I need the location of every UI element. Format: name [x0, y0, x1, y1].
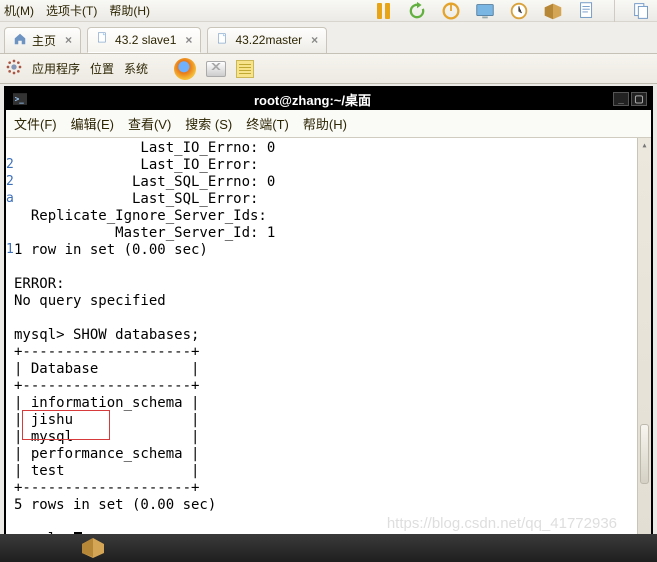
terminal-app-icon: >_: [6, 93, 34, 105]
system-gear-icon[interactable]: [6, 59, 22, 78]
taskbar-app-icon[interactable]: [80, 536, 106, 558]
terminal-line: Last_SQL_Error:: [14, 191, 647, 208]
scroll-thumb[interactable]: [640, 424, 649, 484]
term-menu-help[interactable]: 帮助(H): [303, 114, 347, 133]
minimize-button[interactable]: _: [613, 92, 629, 106]
terminal-line: mysql> SHOW databases;: [14, 327, 647, 344]
terminal-line: | information_schema |: [14, 395, 647, 412]
pause-icon[interactable]: [372, 0, 394, 22]
gutter-num: 1: [6, 241, 14, 258]
firefox-icon[interactable]: [174, 58, 196, 80]
page-icon: [96, 31, 110, 48]
menu-machine[interactable]: 机(M): [4, 2, 34, 19]
terminal-line: Last_IO_Error:: [14, 157, 647, 174]
term-menu-view[interactable]: 查看(V): [128, 114, 171, 133]
terminal-line: ERROR:: [14, 276, 647, 293]
home-icon: [13, 32, 27, 49]
terminal-line: Last_SQL_Errno: 0: [14, 174, 647, 191]
tab-home-label: 主页: [32, 32, 56, 49]
term-menu-edit[interactable]: 编辑(E): [71, 114, 114, 133]
terminal-line: Master_Server_Id: 1: [14, 225, 647, 242]
reload-green-icon[interactable]: [406, 0, 428, 22]
terminal-line: +--------------------+: [14, 480, 647, 497]
tab-slave[interactable]: 43.2 slave1 ×: [87, 27, 201, 53]
maximize-button[interactable]: ▢: [631, 92, 647, 106]
terminal-body[interactable]: 2 2 a 1 Last_IO_Errno: 0 Last_IO_Error: …: [6, 138, 651, 546]
terminal-line: | Database |: [14, 361, 647, 378]
terminal-line: [14, 310, 647, 327]
notes-icon[interactable]: [236, 60, 254, 78]
terminal-line: [14, 259, 647, 276]
terminal-line: | mysql |: [14, 429, 647, 446]
doc-icon[interactable]: [576, 0, 598, 22]
tab-master-label: 43.22master: [235, 33, 302, 47]
clock-icon[interactable]: [508, 0, 530, 22]
terminal-line: Last_IO_Errno: 0: [14, 140, 647, 157]
terminal-window: >_ root@zhang:~/桌面 _ ▢ 文件(F) 编辑(E) 查看(V)…: [4, 86, 653, 548]
terminal-titlebar[interactable]: >_ root@zhang:~/桌面 _ ▢: [6, 88, 651, 110]
page-icon: [216, 32, 230, 49]
gutter-num: 2: [6, 173, 14, 190]
tab-master[interactable]: 43.22master ×: [207, 27, 327, 53]
copy-doc-icon[interactable]: [631, 0, 653, 22]
term-menu-terminal[interactable]: 终端(T): [246, 114, 289, 133]
menu-help[interactable]: 帮助(H): [109, 2, 150, 19]
monitor-icon[interactable]: [474, 0, 496, 22]
terminal-line: | jishu |: [14, 412, 647, 429]
scroll-up-arrow[interactable]: ▴: [638, 138, 651, 152]
mail-icon[interactable]: [206, 61, 226, 77]
terminal-line: +--------------------+: [14, 378, 647, 395]
tab-home-close[interactable]: ×: [65, 33, 72, 47]
tab-slave-label: 43.2 slave1: [115, 33, 176, 47]
shutdown-icon[interactable]: [440, 0, 462, 22]
tab-slave-close[interactable]: ×: [185, 33, 192, 47]
menu-tabs[interactable]: 选项卡(T): [46, 2, 97, 19]
terminal-line: No query specified: [14, 293, 647, 310]
gutter-num: 2: [6, 156, 14, 173]
app-menu-bar: 机(M) 选项卡(T) 帮助(H): [0, 0, 657, 22]
terminal-scrollbar[interactable]: ▴ ▾: [637, 138, 651, 546]
guest-toolbar: 应用程序 位置 系统: [0, 54, 657, 84]
system-menu[interactable]: 系统: [124, 60, 148, 77]
places-menu[interactable]: 位置: [90, 60, 114, 77]
terminal-menubar: 文件(F) 编辑(E) 查看(V) 搜索 (S) 终端(T) 帮助(H): [6, 110, 651, 138]
term-menu-search[interactable]: 搜索 (S): [185, 114, 232, 133]
term-menu-file[interactable]: 文件(F): [14, 114, 57, 133]
package-icon[interactable]: [542, 0, 564, 22]
terminal-line: Replicate_Ignore_Server_Ids:: [14, 208, 647, 225]
terminal-line: | performance_schema |: [14, 446, 647, 463]
toolbar-separator: [614, 0, 615, 22]
guest-taskbar[interactable]: [0, 534, 657, 562]
terminal-line: [14, 514, 647, 531]
document-tabs: 主页 × 43.2 slave1 × 43.22master ×: [0, 22, 657, 54]
gutter-num: a: [6, 190, 14, 207]
terminal-line: +--------------------+: [14, 344, 647, 361]
tab-home[interactable]: 主页 ×: [4, 27, 81, 53]
terminal-line: 5 rows in set (0.00 sec): [14, 497, 647, 514]
svg-text:>_: >_: [15, 94, 25, 103]
terminal-line: 1 row in set (0.00 sec): [14, 242, 647, 259]
tab-master-close[interactable]: ×: [311, 33, 318, 47]
terminal-title: root@zhang:~/桌面: [34, 90, 591, 109]
terminal-line: | test |: [14, 463, 647, 480]
apps-menu[interactable]: 应用程序: [32, 60, 80, 77]
